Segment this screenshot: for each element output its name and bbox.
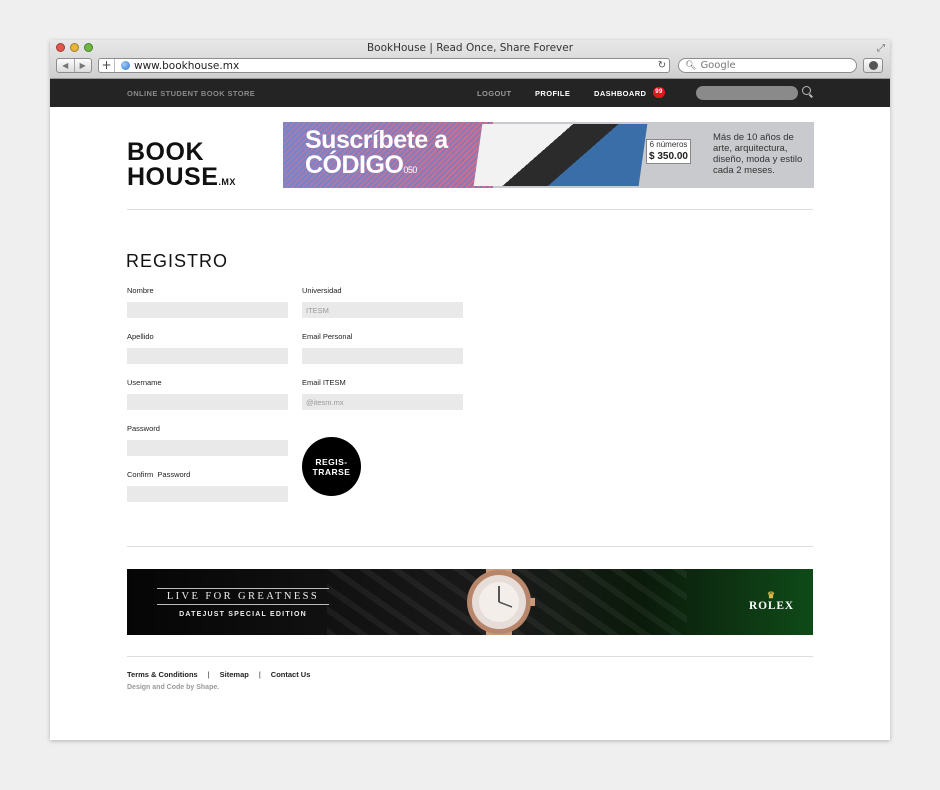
footer-divider bbox=[127, 656, 813, 657]
forward-button[interactable]: ▶ bbox=[73, 59, 92, 72]
universidad-field[interactable] bbox=[302, 302, 463, 318]
contact-link[interactable]: Contact Us bbox=[271, 670, 311, 679]
password-field[interactable] bbox=[127, 440, 288, 456]
nombre-field[interactable] bbox=[127, 302, 288, 318]
nombre-label: Nombre bbox=[127, 286, 154, 295]
email-personal-field[interactable] bbox=[302, 348, 463, 364]
rolex-logo: ♛ ROLEX bbox=[749, 590, 794, 613]
apellido-field[interactable] bbox=[127, 348, 288, 364]
universidad-label: Universidad bbox=[302, 286, 342, 295]
rolex-subline: DATEJUST SPECIAL EDITION bbox=[179, 611, 307, 618]
username-label: Username bbox=[127, 378, 162, 387]
fullscreen-icon[interactable]: ⤢ bbox=[877, 43, 885, 54]
url-text[interactable]: www.bookhouse.mx bbox=[134, 60, 655, 72]
ad-price: $ 350.00 bbox=[646, 150, 691, 164]
notification-badge[interactable]: 99 bbox=[653, 87, 665, 98]
page-title: REGISTRO bbox=[126, 251, 229, 271]
register-label-line-1: REGIS- bbox=[315, 456, 348, 467]
sitemap-link[interactable]: Sitemap bbox=[220, 670, 249, 679]
logo-line-2: HOUSE.MX bbox=[127, 165, 236, 195]
rolex-tagline: LIVE FOR GREATNESS bbox=[157, 588, 329, 605]
confirm-password-field[interactable] bbox=[127, 486, 288, 502]
browser-search-placeholder: Google bbox=[700, 60, 736, 71]
register-label-line-2: TRARSE bbox=[312, 466, 351, 477]
site-topnav: ONLINE STUDENT BOOK STORE LOGOUT PROFILE… bbox=[50, 79, 890, 107]
codigo-ad-banner[interactable]: Suscríbete a CÓDIGO050 6 números $ 350.0… bbox=[283, 122, 814, 188]
add-bookmark-icon[interactable]: + bbox=[99, 59, 115, 72]
terms-link[interactable]: Terms & Conditions bbox=[127, 670, 198, 679]
site-search-input[interactable] bbox=[696, 86, 798, 100]
register-button-label: REGIS- TRARSE bbox=[313, 457, 351, 477]
downloads-button[interactable] bbox=[863, 58, 883, 73]
password-label: Password bbox=[127, 424, 160, 433]
email-personal-label: Email Personal bbox=[302, 332, 353, 341]
watch-image bbox=[467, 569, 535, 635]
logo-suffix: .MX bbox=[218, 177, 236, 187]
site-tagline: ONLINE STUDENT BOOK STORE bbox=[127, 89, 256, 98]
email-itesm-label: Email ITESM bbox=[302, 378, 346, 387]
crown-icon: ♛ bbox=[767, 590, 776, 600]
bookhouse-logo[interactable]: BOOK HOUSE.MX bbox=[127, 140, 236, 195]
footer-separator: | bbox=[258, 670, 261, 679]
username-field[interactable] bbox=[127, 394, 288, 410]
browser-search-field[interactable]: 🔍︎ Google bbox=[678, 58, 857, 73]
dashboard-link[interactable]: DASHBOARD bbox=[594, 89, 646, 98]
browser-toolbar: BookHouse | Read Once, Share Forever ⤢ ◀… bbox=[50, 40, 890, 79]
ad-headline-line-1: Suscríbete a bbox=[305, 126, 448, 154]
globe-icon bbox=[121, 61, 130, 70]
download-icon bbox=[868, 61, 878, 70]
search-icon[interactable] bbox=[802, 86, 811, 95]
ad-copy: Más de 10 años de arte, arquitectura, di… bbox=[713, 132, 803, 176]
header-divider bbox=[127, 209, 813, 210]
window-title: BookHouse | Read Once, Share Forever bbox=[366, 42, 574, 54]
form-divider bbox=[127, 546, 813, 547]
rolex-brand: ROLEX bbox=[749, 600, 794, 612]
logo-line-1: BOOK bbox=[127, 138, 204, 166]
logo-line-2-text: HOUSE bbox=[127, 163, 219, 191]
back-button[interactable]: ◀ bbox=[57, 59, 74, 72]
footer-credit: Design and Code by Shape. bbox=[127, 684, 220, 691]
reload-icon[interactable]: ↻ bbox=[655, 60, 669, 71]
ad-headline-brand-suffix: 050 bbox=[403, 165, 417, 175]
rolex-ad-banner[interactable]: LIVE FOR GREATNESS DATEJUST SPECIAL EDIT… bbox=[127, 569, 813, 635]
ad-headline-line-2: CÓDIGO050 bbox=[305, 153, 448, 183]
profile-link[interactable]: PROFILE bbox=[535, 89, 570, 98]
apellido-label: Apellido bbox=[127, 332, 154, 341]
address-bar[interactable]: + www.bookhouse.mx ↻ bbox=[98, 58, 670, 73]
email-itesm-field[interactable] bbox=[302, 394, 463, 410]
footer-links: Terms & Conditions | Sitemap | Contact U… bbox=[127, 670, 310, 679]
history-nav: ◀ ▶ bbox=[56, 58, 92, 73]
ad-headline: Suscríbete a CÓDIGO050 bbox=[305, 128, 448, 183]
logout-link[interactable]: LOGOUT bbox=[477, 89, 511, 98]
rolex-tagline-block: LIVE FOR GREATNESS DATEJUST SPECIAL EDIT… bbox=[157, 588, 329, 618]
browser-window: BookHouse | Read Once, Share Forever ⤢ ◀… bbox=[50, 40, 890, 740]
search-icon: 🔍︎ bbox=[685, 60, 697, 71]
ad-headline-brand: CÓDIGO bbox=[305, 151, 404, 179]
magazine-covers-image bbox=[473, 124, 648, 186]
footer-separator: | bbox=[207, 670, 210, 679]
register-button[interactable]: REGIS- TRARSE bbox=[302, 437, 361, 496]
confirm-password-label: Confirm Password bbox=[127, 470, 191, 479]
